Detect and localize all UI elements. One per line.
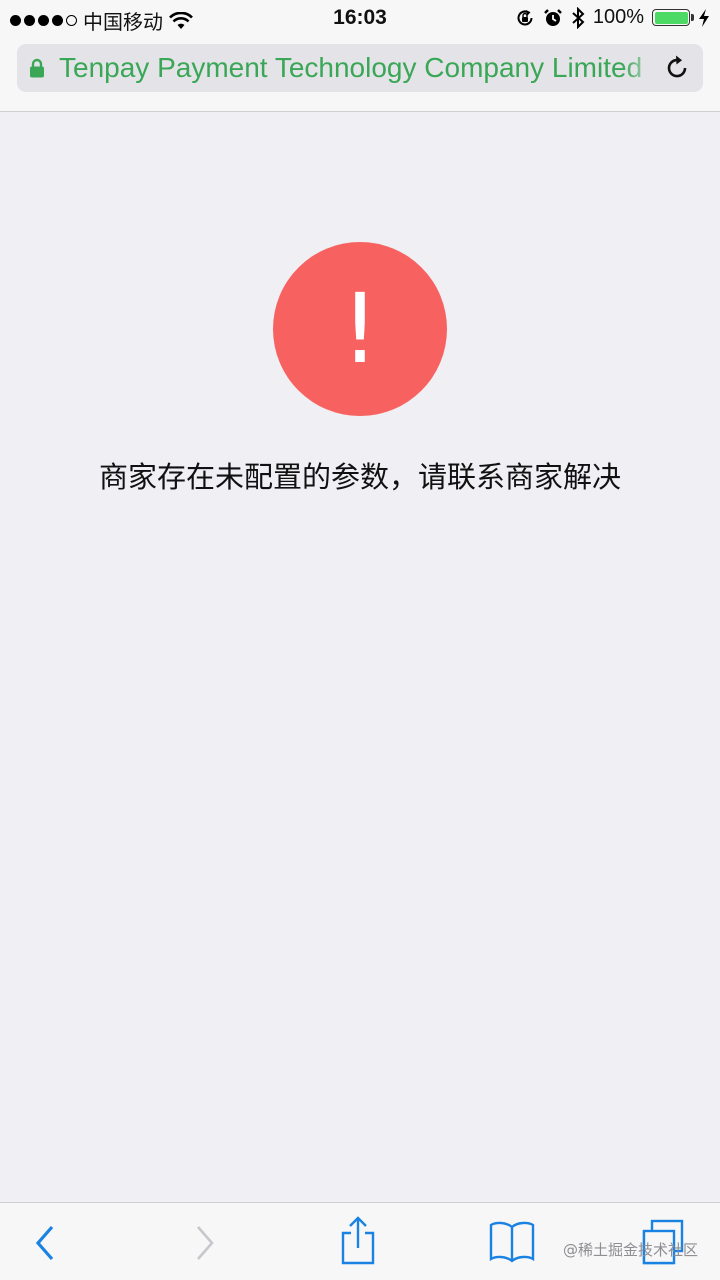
share-button[interactable] [338, 1215, 378, 1267]
bluetooth-icon [572, 6, 585, 29]
page-content: ! 商家存在未配置的参数，请联系商家解决 [0, 112, 720, 1202]
reload-icon[interactable] [663, 54, 691, 82]
back-button[interactable] [30, 1217, 60, 1265]
exclamation-mark: ! [340, 273, 380, 385]
bookmarks-button[interactable] [488, 1219, 536, 1263]
status-right: 100% [515, 6, 710, 29]
status-bar: 中国移动 16:03 100% [0, 0, 720, 38]
browser-nav-area: Tenpay Payment Technology Company Limite… [0, 38, 720, 112]
warning-icon: ! [273, 242, 447, 416]
address-bar[interactable]: Tenpay Payment Technology Company Limite… [17, 44, 703, 92]
rotation-lock-icon [517, 9, 533, 25]
forward-button[interactable] [190, 1217, 220, 1265]
site-name: Tenpay Payment Technology Company Limite… [59, 52, 643, 83]
battery-icon [652, 9, 694, 26]
lock-icon [30, 58, 44, 78]
alarm-icon [543, 8, 562, 26]
error-message: 商家存在未配置的参数，请联系商家解决 [98, 460, 621, 494]
battery-percent: 100% [592, 6, 644, 28]
watermark: @稀土掘金技术社区 [562, 1241, 698, 1259]
charging-icon [699, 8, 709, 27]
browser-toolbar: @稀土掘金技术社区 [0, 1202, 720, 1280]
